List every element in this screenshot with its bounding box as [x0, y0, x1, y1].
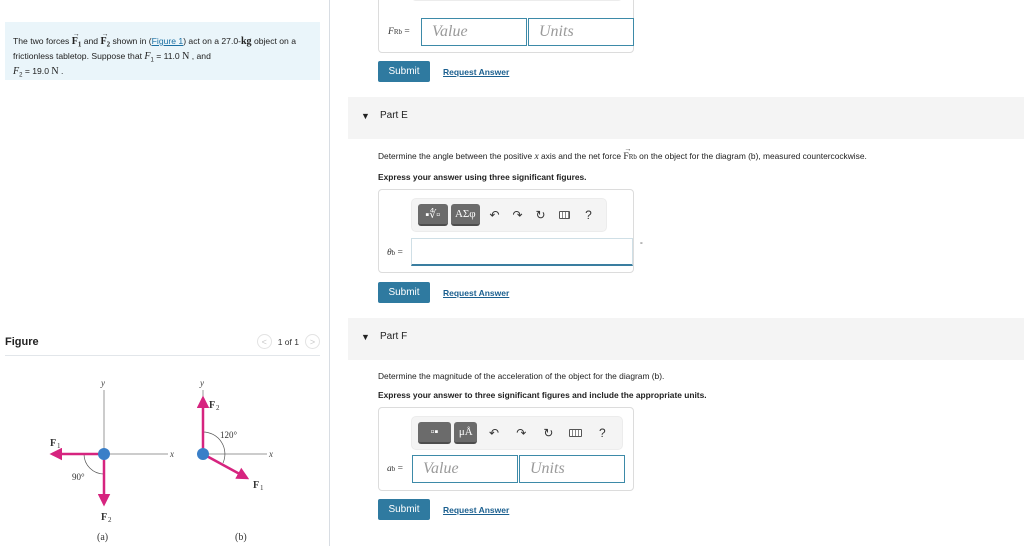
help-icon[interactable]: ?	[589, 426, 616, 440]
value-input[interactable]: Value	[412, 455, 518, 483]
answer-panel-part-f: ▫▪ μÅ ↶ ↷ ↻ ? ab = Value Units	[378, 407, 634, 491]
value-input[interactable]: Value	[421, 18, 527, 46]
math-toolbar-part-e: ▪∜▫ ΑΣφ ↶ ↷ ↻ ?	[411, 198, 607, 232]
vector-f-rb: F	[623, 145, 631, 162]
question-pane: FRb = Value Units Submit Request Answer …	[331, 0, 1024, 546]
request-answer-link-part-e[interactable]: Request Answer	[443, 288, 509, 298]
problem-statement: The two forces F1 and F2 shown in (Figur…	[5, 22, 320, 80]
problem-text: ) act on a 27.0-	[183, 36, 241, 46]
reset-icon[interactable]: ↻	[535, 426, 562, 440]
problem-pane: The two forces F1 and F2 shown in (Figur…	[0, 0, 330, 546]
submit-button-part-d[interactable]: Submit	[378, 61, 430, 82]
unit-kg: kg	[241, 36, 252, 47]
f2-label-b: F	[209, 400, 215, 411]
problem-text: The two forces	[13, 36, 72, 46]
caption-a: (a)	[97, 532, 108, 543]
answer-panel-part-e: ▪∜▫ ΑΣφ ↶ ↷ ↻ ? θb =	[378, 189, 634, 273]
help-icon[interactable]: ?	[577, 208, 600, 222]
answer-label: θb =	[387, 248, 403, 258]
degree-unit: °	[640, 242, 643, 249]
collapse-triangle-icon: ▼	[361, 111, 370, 121]
f2-value: = 19.0	[22, 66, 52, 77]
y-label-b: y	[199, 378, 204, 388]
submit-button-part-e[interactable]: Submit	[378, 282, 430, 303]
request-answer-link-part-f[interactable]: Request Answer	[443, 505, 509, 515]
math-toolbar-part-d	[411, 0, 623, 1]
f1-value: = 11.0	[153, 50, 183, 61]
chevron-left-icon: <	[261, 336, 267, 347]
f1-label-a: F	[50, 438, 56, 449]
request-answer-link-part-d[interactable]: Request Answer	[443, 67, 509, 77]
problem-text: .	[58, 66, 64, 77]
angle-label-b: 120°	[220, 430, 238, 440]
f2-sub-a: 2	[108, 516, 112, 524]
keyboard-icon[interactable]	[558, 211, 570, 219]
object-b	[197, 448, 209, 460]
f1-sub-a: 1	[57, 442, 61, 450]
vector-f1: F	[72, 29, 80, 47]
part-e-instruction: Express your answer using three signific…	[378, 172, 587, 182]
vector-f2: F	[100, 29, 108, 47]
force-diagram-figure: y x F 1 F 2 90° (a) y x F 2 F 1 120° (b)	[49, 378, 273, 543]
answer-label: ab =	[387, 464, 403, 474]
units-input[interactable]: Units	[528, 18, 634, 46]
f2-sub-b: 2	[216, 404, 220, 412]
units-input[interactable]: Units	[519, 455, 625, 483]
redo-icon[interactable]: ↷	[508, 426, 535, 440]
figure-header: Figure < 1 of 1 >	[5, 334, 320, 356]
angle-label-a: 90°	[72, 472, 85, 482]
templates-button[interactable]: ▪∜▫	[418, 204, 448, 226]
part-f-instruction: Express your answer to three significant…	[378, 390, 707, 400]
redo-icon[interactable]: ↷	[506, 208, 529, 222]
y-label-a: y	[100, 378, 105, 388]
part-e-title: Part E	[380, 110, 408, 121]
f1-sub-b: 1	[260, 484, 264, 492]
templates-button[interactable]: ▫▪	[418, 422, 452, 444]
diagram-b: y x F 2 F 1 120° (b)	[196, 378, 273, 543]
problem-text: , and	[189, 50, 211, 61]
object-a	[98, 448, 110, 460]
x-label-a: x	[169, 449, 174, 459]
submit-button-part-f[interactable]: Submit	[378, 499, 430, 520]
answer-panel-part-d: FRb = Value Units	[378, 0, 634, 53]
diagram-a: y x F 1 F 2 90° (a)	[49, 378, 174, 543]
unit-n: N	[51, 66, 59, 78]
units-button[interactable]: μÅ	[454, 422, 478, 444]
prev-figure-button[interactable]: <	[256, 334, 272, 349]
answer-label: FRb =	[388, 27, 410, 37]
part-e-question: Determine the angle between the positive…	[378, 145, 867, 162]
page-indicator: 1 of 1	[277, 336, 299, 347]
part-e-header[interactable]: ▼ Part E	[348, 97, 1024, 139]
angle-input[interactable]	[411, 238, 633, 266]
part-f-question: Determine the magnitude of the accelerat…	[378, 371, 665, 381]
reset-icon[interactable]: ↻	[529, 208, 552, 222]
collapse-triangle-icon: ▼	[361, 332, 370, 342]
figure-link[interactable]: Figure 1	[152, 36, 184, 46]
problem-text: shown in (	[110, 36, 152, 46]
keyboard-icon[interactable]	[569, 429, 582, 437]
x-label-b: x	[268, 449, 273, 459]
undo-icon[interactable]: ↶	[480, 426, 507, 440]
figure-pager: < 1 of 1 >	[256, 334, 320, 349]
problem-text: and	[81, 36, 101, 46]
next-figure-button[interactable]: >	[305, 334, 320, 349]
part-f-title: Part F	[380, 331, 408, 342]
figure-title: Figure	[5, 336, 39, 348]
part-f-header[interactable]: ▼ Part F	[348, 318, 1024, 360]
chevron-right-icon: >	[309, 336, 316, 347]
undo-icon[interactable]: ↶	[483, 208, 506, 222]
math-toolbar-part-f: ▫▪ μÅ ↶ ↷ ↻ ?	[411, 416, 623, 450]
greek-symbols-button[interactable]: ΑΣφ	[450, 204, 481, 226]
f1-label-b: F	[253, 480, 259, 491]
f2-label-a: F	[101, 512, 107, 523]
caption-b: (b)	[235, 532, 247, 543]
